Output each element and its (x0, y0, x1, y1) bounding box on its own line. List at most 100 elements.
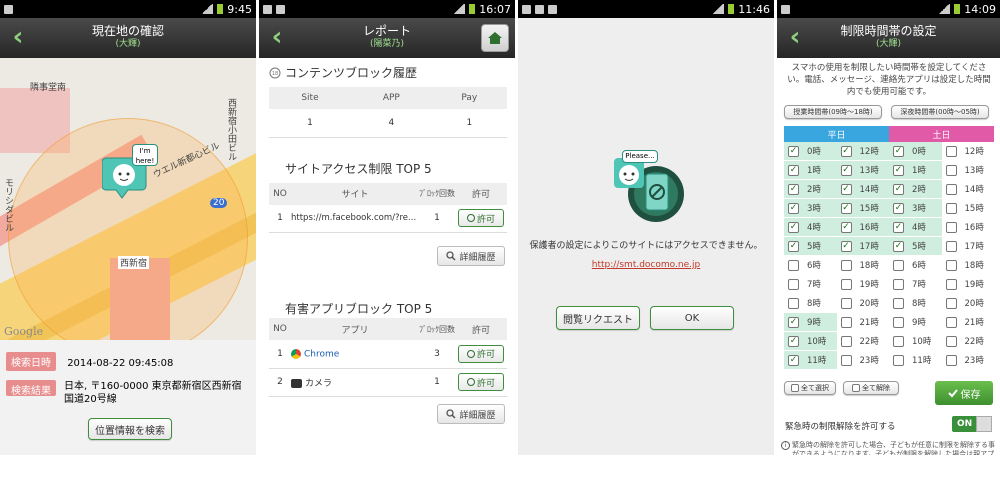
map-view[interactable]: 隣事堂南 西新宿小田ビル ウエル新都心ビル モリシダビル 西新宿 20 I'm … (0, 58, 256, 340)
checkbox-icon[interactable] (893, 278, 904, 290)
checkbox-icon[interactable] (840, 335, 852, 347)
time-cell[interactable]: ✓ 2時 (889, 180, 942, 199)
checked-checkbox-icon[interactable]: ✓ (788, 240, 799, 252)
checkbox-icon[interactable] (840, 259, 852, 271)
home-button[interactable] (481, 24, 509, 52)
checked-checkbox-icon[interactable]: ✓ (788, 183, 799, 195)
checkbox-icon[interactable] (788, 297, 799, 309)
select-all-button[interactable]: 全て選択 (784, 381, 836, 395)
ok-button[interactable]: OK (650, 306, 734, 330)
checkbox-icon[interactable] (840, 354, 852, 366)
time-cell[interactable]: ✓ 1時 (889, 161, 942, 180)
time-cell[interactable]: ✓ 4時 (784, 218, 837, 237)
time-cell[interactable]: ✓ 15時 (836, 199, 889, 218)
time-cell[interactable]: 7時 (889, 275, 942, 294)
time-cell[interactable]: 9時 (889, 313, 942, 332)
time-cell[interactable]: ✓ 10時 (784, 332, 837, 351)
time-cell[interactable]: 21時 (941, 313, 994, 332)
checkbox-icon[interactable] (840, 316, 852, 328)
checkbox-icon[interactable] (945, 202, 957, 214)
preset-night-button[interactable]: 深夜時間帯(00時〜05時) (891, 105, 989, 119)
time-cell[interactable]: 11時 (889, 351, 942, 370)
time-cell[interactable]: 8時 (889, 294, 942, 313)
time-cell[interactable]: ✓ 5時 (784, 237, 837, 256)
time-cell[interactable]: 19時 (941, 275, 994, 294)
time-cell[interactable]: 18時 (941, 256, 994, 275)
checked-checkbox-icon[interactable]: ✓ (788, 145, 799, 157)
time-cell[interactable]: 23時 (941, 351, 994, 370)
checkbox-icon[interactable] (945, 335, 957, 347)
preset-school-button[interactable]: 授業時間帯(09時〜18時) (784, 105, 882, 119)
checkbox-icon[interactable] (945, 259, 957, 271)
time-cell[interactable]: 13時 (941, 161, 994, 180)
back-icon[interactable]: ‹ (267, 24, 287, 50)
time-cell[interactable]: 20時 (941, 294, 994, 313)
time-cell[interactable]: 22時 (941, 332, 994, 351)
time-cell[interactable]: 21時 (836, 313, 889, 332)
time-cell[interactable]: 22時 (836, 332, 889, 351)
time-cell[interactable]: ✓ 9時 (784, 313, 837, 332)
back-icon[interactable]: ‹ (785, 24, 805, 50)
checked-checkbox-icon[interactable]: ✓ (788, 164, 799, 176)
time-cell[interactable]: ✓ 1時 (784, 161, 837, 180)
time-cell[interactable]: ✓ 12時 (836, 142, 889, 161)
time-cell[interactable]: ✓ 3時 (784, 199, 837, 218)
time-cell[interactable]: 19時 (836, 275, 889, 294)
time-cell[interactable]: 8時 (784, 294, 837, 313)
time-cell[interactable]: ✓ 16時 (836, 218, 889, 237)
allow-button[interactable]: 許可 (458, 209, 504, 228)
checked-checkbox-icon[interactable]: ✓ (893, 202, 904, 214)
time-cell[interactable]: ✓ 0時 (889, 142, 942, 161)
checked-checkbox-icon[interactable]: ✓ (788, 316, 799, 328)
checkbox-icon[interactable] (893, 335, 904, 347)
time-cell[interactable]: 14時 (941, 180, 994, 199)
allow-button[interactable]: 許可 (458, 344, 504, 363)
checkbox-icon[interactable] (840, 278, 852, 290)
checkbox-icon[interactable] (893, 354, 904, 366)
allow-button[interactable]: 許可 (458, 373, 504, 391)
checkbox-icon[interactable] (945, 240, 957, 252)
time-cell[interactable]: ✓ 4時 (889, 218, 942, 237)
time-cell[interactable]: ✓ 3時 (889, 199, 942, 218)
checked-checkbox-icon[interactable]: ✓ (893, 240, 904, 252)
checked-checkbox-icon[interactable]: ✓ (788, 354, 799, 366)
checked-checkbox-icon[interactable]: ✓ (840, 202, 852, 214)
checkbox-icon[interactable] (945, 164, 957, 176)
time-cell[interactable]: 17時 (941, 237, 994, 256)
checkbox-icon[interactable] (945, 316, 957, 328)
checked-checkbox-icon[interactable]: ✓ (840, 145, 852, 157)
checked-checkbox-icon[interactable]: ✓ (788, 335, 799, 347)
checkbox-icon[interactable] (840, 297, 852, 309)
checkbox-icon[interactable] (788, 259, 799, 271)
time-cell[interactable]: 10時 (889, 332, 942, 351)
clear-all-button[interactable]: 全て解除 (843, 381, 899, 395)
time-cell[interactable]: 7時 (784, 275, 837, 294)
checkbox-icon[interactable] (945, 354, 957, 366)
time-cell[interactable]: ✓ 14時 (836, 180, 889, 199)
time-cell[interactable]: 18時 (836, 256, 889, 275)
checkbox-icon[interactable] (945, 297, 957, 309)
checked-checkbox-icon[interactable]: ✓ (840, 240, 852, 252)
time-cell[interactable]: ✓ 11時 (784, 351, 837, 370)
checked-checkbox-icon[interactable]: ✓ (788, 221, 799, 233)
checked-checkbox-icon[interactable]: ✓ (893, 145, 904, 157)
time-cell[interactable]: ✓ 0時 (784, 142, 837, 161)
time-cell[interactable]: ✓ 5時 (889, 237, 942, 256)
time-cell[interactable]: 6時 (889, 256, 942, 275)
checked-checkbox-icon[interactable]: ✓ (893, 183, 904, 195)
checkbox-icon[interactable] (945, 221, 957, 233)
time-cell[interactable]: ✓ 13時 (836, 161, 889, 180)
checkbox-icon[interactable] (893, 297, 904, 309)
checkbox-icon[interactable] (788, 278, 799, 290)
checked-checkbox-icon[interactable]: ✓ (840, 183, 852, 195)
detail-history-button[interactable]: 詳細履歴 (437, 246, 505, 266)
checkbox-icon[interactable] (945, 183, 957, 195)
view-request-button[interactable]: 閲覧リクエスト (556, 306, 640, 330)
back-icon[interactable]: ‹ (8, 24, 28, 50)
time-cell[interactable]: 20時 (836, 294, 889, 313)
search-location-button[interactable]: 位置情報を検索 (88, 418, 172, 440)
checkbox-icon[interactable] (945, 278, 957, 290)
time-cell[interactable]: ✓ 17時 (836, 237, 889, 256)
emergency-toggle[interactable]: ON (952, 416, 992, 432)
time-cell[interactable]: 16時 (941, 218, 994, 237)
